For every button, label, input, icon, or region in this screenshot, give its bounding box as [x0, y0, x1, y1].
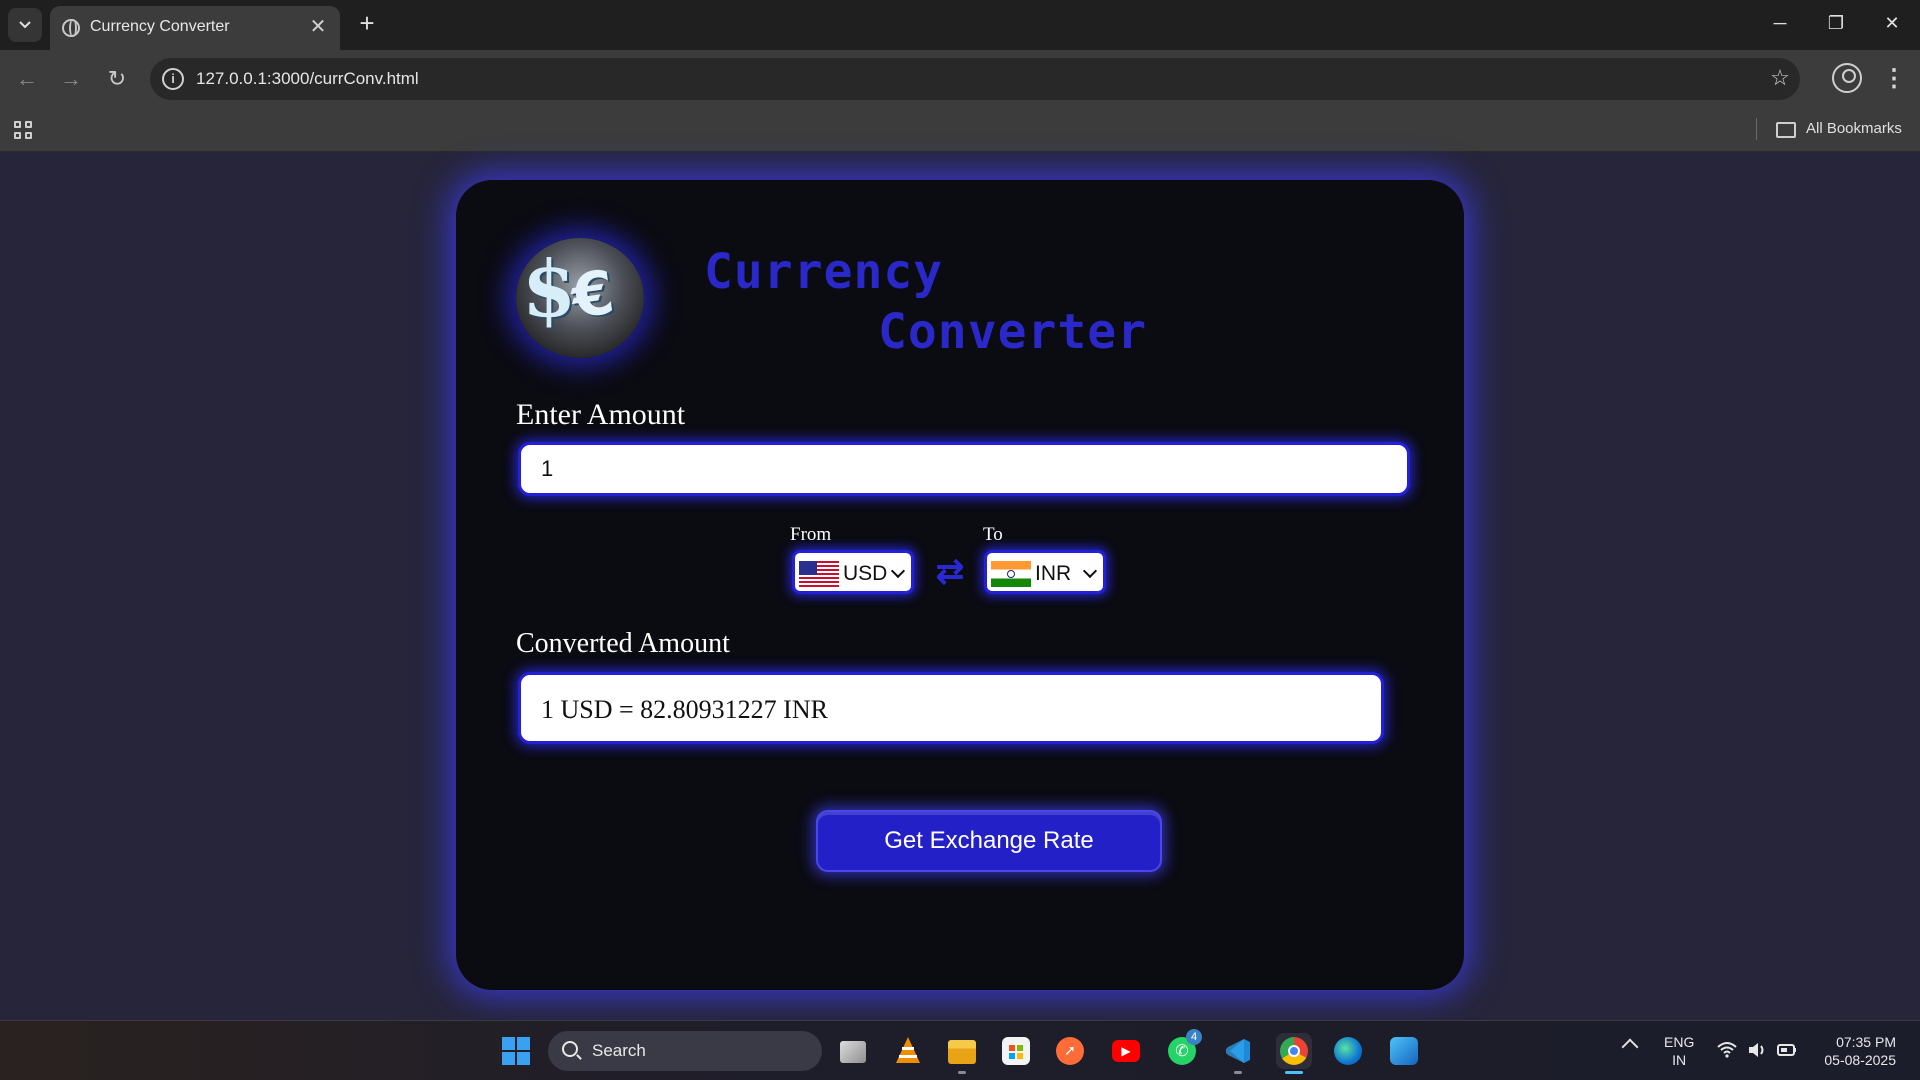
chevron-down-icon	[19, 21, 31, 29]
file-explorer-indicator	[958, 1071, 966, 1074]
whatsapp-badge: 4	[1186, 1029, 1202, 1045]
url-text[interactable]: 127.0.0.1:3000/currConv.html	[196, 69, 419, 89]
globe-icon	[62, 19, 80, 37]
volume-icon[interactable]	[1746, 1039, 1768, 1061]
browser-tab-bar: Currency Converter ✕ + ─ ❐ ✕	[0, 0, 1920, 50]
task-view-icon[interactable]	[836, 1033, 872, 1069]
taskbar-search-label: Search	[592, 1041, 646, 1060]
menu-kebab-icon[interactable]: ⋮	[1880, 64, 1908, 94]
from-currency-value: USD	[843, 562, 888, 585]
page-title-line1: Currency	[704, 244, 944, 300]
vscode-icon[interactable]	[1220, 1033, 1256, 1069]
converter-card: $ € Currency Converter Enter Amount From…	[456, 180, 1464, 990]
youtube-icon[interactable]: ▶	[1108, 1033, 1144, 1069]
close-tab-icon[interactable]: ✕	[306, 15, 330, 39]
currency-logo: $ €	[516, 238, 644, 358]
chevron-down-icon	[1082, 563, 1098, 579]
browser-toolbar: ← → ↻ i 127.0.0.1:3000/currConv.html ☆ ⋮	[0, 50, 1920, 108]
apps-grid-icon[interactable]	[14, 121, 34, 141]
edge-icon[interactable]	[1330, 1033, 1366, 1069]
input-language-indicator[interactable]: ENG IN	[1664, 1033, 1694, 1069]
show-hidden-icons-icon[interactable]	[1621, 1038, 1639, 1056]
bookmark-star-icon[interactable]: ☆	[1766, 64, 1794, 92]
clock-date: 05-08-2025	[1824, 1052, 1896, 1068]
search-icon	[562, 1041, 578, 1057]
page-title-line2: Converter	[878, 304, 1148, 360]
close-window-button[interactable]: ✕	[1864, 0, 1920, 46]
restore-button[interactable]: ❐	[1808, 0, 1864, 46]
us-flag-icon	[799, 561, 839, 587]
page-viewport: $ € Currency Converter Enter Amount From…	[0, 152, 1920, 1020]
vscode-indicator	[1234, 1071, 1242, 1074]
windows-taskbar: Search ➚ ▶ ✆ 4 ENG IN 07:35 PM 05-08-202…	[0, 1020, 1920, 1080]
converted-amount-label: Converted Amount	[516, 628, 730, 659]
to-label: To	[983, 524, 1003, 545]
bookmarks-bar: All Bookmarks	[0, 108, 1920, 152]
amount-input[interactable]	[518, 442, 1410, 496]
system-clock[interactable]: 07:35 PM 05-08-2025	[1812, 1033, 1896, 1069]
tab-search-button[interactable]	[8, 8, 42, 42]
back-button[interactable]: ←	[12, 64, 42, 94]
profile-icon[interactable]	[1832, 63, 1862, 93]
lang-line2: IN	[1672, 1052, 1687, 1068]
postman-icon[interactable]: ➚	[1052, 1033, 1088, 1069]
amount-label: Enter Amount	[516, 398, 686, 431]
windows-start-icon[interactable]	[502, 1037, 530, 1065]
address-bar[interactable]: i 127.0.0.1:3000/currConv.html	[150, 58, 1800, 100]
swap-arrows-icon[interactable]: ⇄	[932, 550, 968, 594]
forward-button[interactable]: →	[56, 64, 86, 94]
photos-icon[interactable]	[1386, 1033, 1422, 1069]
dollar-symbol-icon: $	[522, 244, 577, 335]
tab-title: Currency Converter	[90, 18, 230, 35]
chevron-down-icon	[890, 563, 906, 579]
converted-amount-text: 1 USD = 82.80931227 INR	[541, 695, 828, 724]
from-currency-select[interactable]: USD	[792, 550, 914, 594]
to-currency-select[interactable]: INR	[984, 550, 1106, 594]
wifi-icon[interactable]	[1716, 1039, 1738, 1061]
all-bookmarks-link[interactable]: All Bookmarks	[1806, 120, 1902, 137]
converted-amount-box: 1 USD = 82.80931227 INR	[518, 672, 1384, 744]
taskbar-search[interactable]: Search	[548, 1031, 822, 1071]
from-label: From	[790, 524, 832, 545]
battery-icon[interactable]	[1776, 1039, 1798, 1061]
folder-icon	[1776, 122, 1796, 138]
india-flag-icon	[991, 561, 1031, 587]
microsoft-store-icon[interactable]	[998, 1033, 1034, 1069]
to-currency-value: INR	[1035, 562, 1072, 585]
minimize-button[interactable]: ─	[1752, 0, 1808, 46]
site-info-icon[interactable]: i	[162, 68, 184, 90]
euro-symbol-icon: €	[567, 257, 619, 333]
chrome-icon[interactable]	[1276, 1033, 1312, 1069]
new-tab-button[interactable]: +	[352, 8, 382, 38]
bookmarks-separator	[1756, 118, 1757, 140]
reload-button[interactable]: ↻	[102, 64, 132, 94]
lang-line1: ENG	[1664, 1034, 1695, 1050]
chrome-indicator	[1285, 1071, 1303, 1074]
get-exchange-rate-button[interactable]: Get Exchange Rate	[816, 810, 1162, 872]
browser-tab[interactable]: Currency Converter ✕	[50, 6, 340, 50]
whatsapp-icon[interactable]: ✆ 4	[1164, 1029, 1202, 1069]
file-explorer-icon[interactable]	[944, 1033, 980, 1069]
clock-time: 07:35 PM	[1836, 1034, 1896, 1050]
vlc-icon[interactable]	[890, 1033, 926, 1069]
